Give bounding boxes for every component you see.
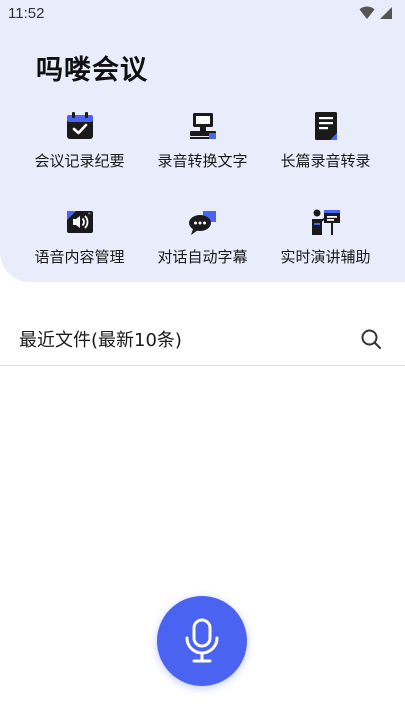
- feature-label: 录音转换文字: [157, 152, 248, 170]
- feature-audio-to-text[interactable]: 录音转换文字: [135, 104, 270, 184]
- feature-label: 对话自动字幕: [157, 248, 248, 266]
- recorder-desk-icon: [189, 113, 216, 139]
- feature-voice-manage[interactable]: " 语音内容管理: [12, 200, 147, 280]
- feature-meeting-minutes[interactable]: 会议记录纪要: [12, 104, 147, 184]
- feature-label: 实时演讲辅助: [280, 248, 371, 266]
- app-title: 吗喽会议: [36, 55, 148, 86]
- microphone-icon: [185, 618, 219, 663]
- wifi-icon: [359, 6, 375, 19]
- search-icon[interactable]: [359, 327, 383, 351]
- feature-auto-subtitle[interactable]: 对话自动字幕: [135, 200, 270, 280]
- cell-signal-icon: [380, 7, 392, 19]
- status-time: 11:52: [8, 5, 45, 22]
- recent-files-bar: 最近文件(最新10条): [0, 316, 405, 366]
- recent-files-title: 最近文件(最新10条): [19, 330, 182, 351]
- status-icons: [359, 6, 393, 20]
- status-bar: 11:52: [0, 0, 405, 28]
- feature-label: 会议记录纪要: [34, 152, 125, 170]
- presenter-board-icon: [311, 209, 340, 235]
- chat-bubbles-icon: [188, 211, 216, 235]
- svg-text:": ": [88, 212, 91, 219]
- feature-speech-assist[interactable]: 实时演讲辅助: [258, 200, 393, 280]
- speaker-card-icon: ": [66, 211, 93, 233]
- document-lines-icon: [314, 112, 337, 140]
- feature-label: 语音内容管理: [34, 248, 125, 266]
- record-button[interactable]: [157, 596, 247, 686]
- feature-long-transcribe[interactable]: 长篇录音转录: [258, 104, 393, 184]
- calendar-check-icon: [66, 112, 93, 139]
- feature-label: 长篇录音转录: [280, 152, 371, 170]
